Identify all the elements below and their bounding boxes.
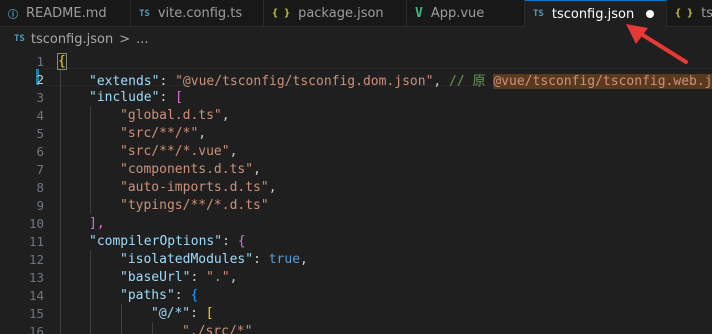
json-boolean: true bbox=[268, 251, 301, 267]
line-number: 10 bbox=[28, 215, 44, 231]
code-editor[interactable]: 1 { 2 "extends": "@vue/tsconfig/tsconfig… bbox=[0, 50, 712, 334]
json-key: "include" bbox=[89, 89, 160, 105]
typescript-icon: TS bbox=[533, 9, 544, 19]
tab-label: tsconfig.json bbox=[551, 6, 635, 22]
tab-label: App.vue bbox=[430, 6, 485, 21]
code-line: 5 "src/**/*", bbox=[0, 124, 712, 142]
line-number: 9 bbox=[36, 197, 44, 213]
json-string: "components.d.ts" bbox=[120, 161, 254, 177]
brace-open: { bbox=[57, 52, 67, 70]
code-line: 8 "auto-imports.d.ts", bbox=[0, 178, 712, 196]
json-string: "src/**/*.vue" bbox=[120, 143, 230, 159]
annotation-arrow-icon bbox=[626, 24, 688, 64]
json-key: "@/*" bbox=[151, 305, 191, 321]
tab-label: vite.config.ts bbox=[157, 6, 243, 21]
code-line: 6 "src/**/*.vue", bbox=[0, 142, 712, 160]
json-key: "compilerOptions" bbox=[89, 233, 223, 249]
tab-app-vue[interactable]: V App.vue bbox=[407, 0, 525, 27]
line-number: 14 bbox=[28, 287, 44, 303]
line-number: 13 bbox=[28, 269, 44, 285]
line-number: 11 bbox=[28, 233, 44, 249]
info-icon: ⓘ bbox=[8, 10, 18, 21]
json-string: "@vue/tsconfig/tsconfig.dom.json" bbox=[175, 73, 434, 89]
breadcrumb: TS tsconfig.json > ... bbox=[0, 28, 712, 50]
line-number: 1 bbox=[36, 53, 44, 69]
code-line: 15 "@/*": [ bbox=[0, 304, 712, 322]
code-line: 9 "typings/**/*.d.ts" bbox=[0, 196, 712, 214]
typescript-icon: TS bbox=[14, 34, 25, 44]
tab-label: README.md bbox=[26, 6, 107, 21]
line-number: 6 bbox=[36, 143, 44, 159]
json-key: "paths" bbox=[120, 287, 175, 303]
json-icon: { } bbox=[675, 8, 694, 19]
json-string: "typings/**/*.d.ts" bbox=[120, 197, 269, 213]
tab-vite-config[interactable]: TS vite.config.ts bbox=[131, 0, 264, 27]
code-line: 14 "paths": { bbox=[0, 286, 712, 304]
code-line: 3 "include": [ bbox=[0, 88, 712, 106]
vue-icon: V bbox=[415, 6, 423, 21]
code-line: 1 { bbox=[0, 52, 712, 70]
line-number: 16 bbox=[28, 323, 44, 334]
code-line: 11 "compilerOptions": { bbox=[0, 232, 712, 250]
code-line: 7 "components.d.ts", bbox=[0, 160, 712, 178]
json-key: "extends" bbox=[89, 73, 160, 89]
code-line: 4 "global.d.ts", bbox=[0, 106, 712, 124]
breadcrumb-file[interactable]: tsconfig.json bbox=[31, 32, 113, 47]
bracket-close: ], bbox=[89, 215, 105, 231]
line-number: 15 bbox=[28, 305, 44, 321]
tab-label: package.json bbox=[298, 6, 384, 21]
json-string: "." bbox=[206, 269, 230, 285]
json-icon: { } bbox=[272, 8, 291, 19]
unsaved-dot-icon[interactable] bbox=[646, 10, 655, 18]
line-number: 3 bbox=[36, 89, 44, 105]
code-line: 10 ], bbox=[0, 214, 712, 232]
json-key: "isolatedModules" bbox=[120, 251, 254, 267]
breadcrumb-more[interactable]: ... bbox=[136, 32, 148, 47]
json-string: "global.d.ts" bbox=[120, 107, 222, 123]
code-line: 16 "./src/*" bbox=[0, 322, 712, 334]
chevron-right-icon: > bbox=[119, 31, 131, 47]
json-string: "auto-imports.d.ts" bbox=[120, 179, 269, 195]
tab-label: ts bbox=[701, 6, 712, 21]
code-comment: // 原 bbox=[449, 73, 494, 89]
line-number: 2 bbox=[36, 71, 44, 87]
tab-package-json[interactable]: { } package.json bbox=[264, 0, 407, 27]
code-line: 2 "extends": "@vue/tsconfig/tsconfig.dom… bbox=[0, 70, 712, 89]
tab-readme[interactable]: ⓘ README.md bbox=[0, 0, 131, 27]
json-string: "./src/*" bbox=[182, 323, 253, 334]
line-number: 12 bbox=[28, 251, 44, 267]
selected-text: @vue/tsconfig/tsconfig.web.json bbox=[493, 73, 712, 89]
line-number: 7 bbox=[36, 161, 44, 177]
line-number: 8 bbox=[36, 179, 44, 195]
json-string: "src/**/*" bbox=[120, 125, 199, 141]
code-line: 13 "baseUrl": ".", bbox=[0, 268, 712, 286]
json-key: "baseUrl" bbox=[120, 269, 191, 285]
typescript-icon: TS bbox=[139, 8, 150, 19]
editor-tab-bar: ⓘ README.md TS vite.config.ts { } packag… bbox=[0, 0, 712, 27]
code-line: 12 "isolatedModules": true, bbox=[0, 250, 712, 268]
line-number: 4 bbox=[36, 107, 44, 123]
line-number: 5 bbox=[36, 125, 44, 141]
